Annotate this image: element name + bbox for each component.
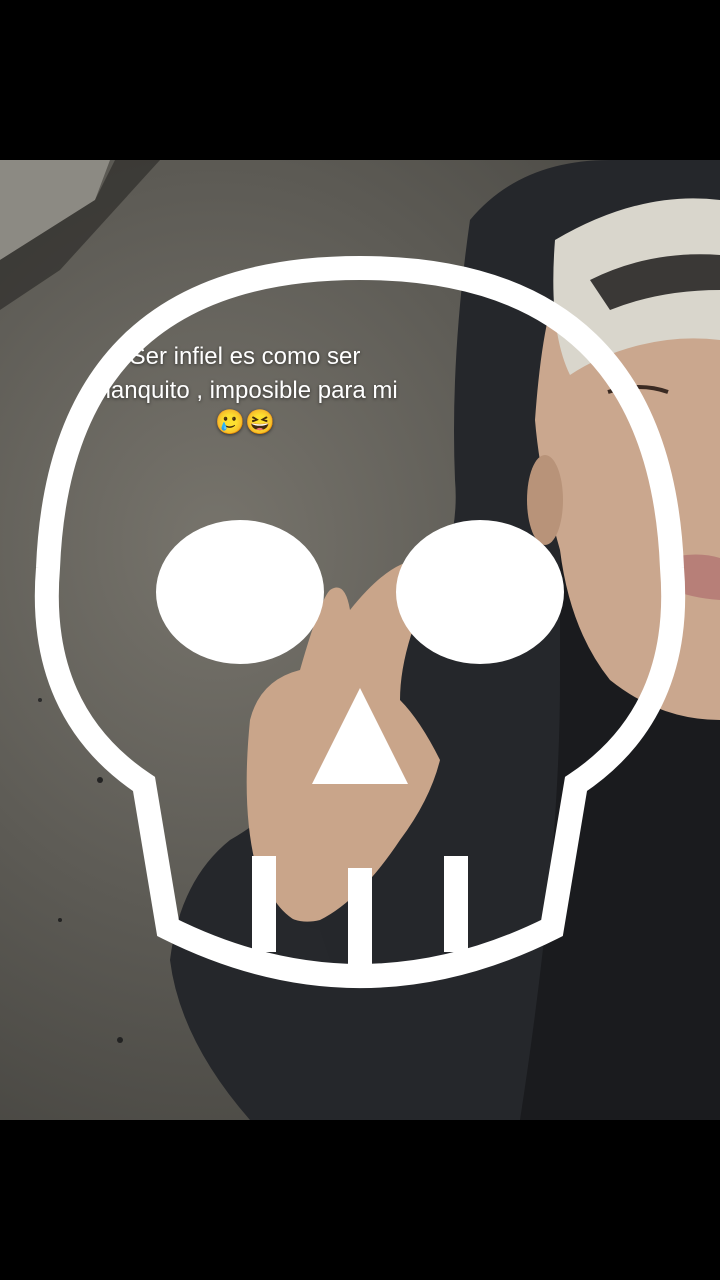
video-frame[interactable]: Ser infiel es como ser blanquito , impos… bbox=[0, 160, 720, 1120]
top-letterbox bbox=[0, 0, 720, 160]
skull-icon bbox=[34, 255, 686, 988]
bottom-letterbox bbox=[0, 1120, 720, 1280]
